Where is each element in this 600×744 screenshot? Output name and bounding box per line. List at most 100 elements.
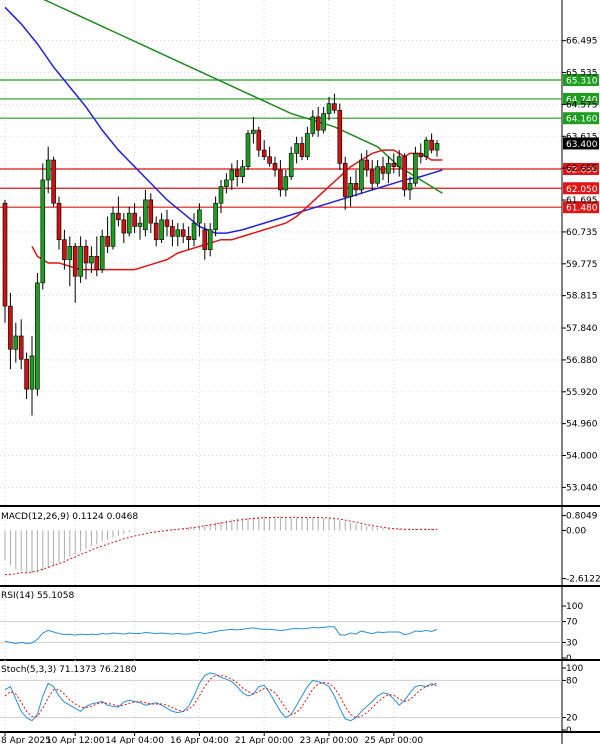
candle-body xyxy=(353,182,359,191)
candle xyxy=(207,223,213,257)
candle-body xyxy=(310,116,316,134)
candle-body xyxy=(191,222,197,241)
candle-body xyxy=(2,202,8,307)
candle xyxy=(67,236,73,287)
candle-body xyxy=(170,226,175,237)
candle-body xyxy=(326,103,332,114)
candle-body xyxy=(164,219,170,227)
candle-body xyxy=(261,149,267,158)
candle-body xyxy=(402,156,407,191)
candle xyxy=(191,213,197,247)
candle xyxy=(229,163,235,190)
level-label-2: 64.160 xyxy=(566,115,598,125)
candle xyxy=(137,216,143,240)
candle-body xyxy=(213,202,218,231)
candle xyxy=(267,146,272,167)
candle-body xyxy=(137,222,143,227)
candle-body xyxy=(159,219,164,241)
candle-body xyxy=(288,153,294,177)
candle-body xyxy=(83,246,89,264)
candle xyxy=(332,93,337,114)
candle-body xyxy=(186,236,191,241)
rsi-tick-label: 70 xyxy=(566,618,578,628)
candle-body xyxy=(207,229,213,250)
time-label: 8 Apr 2025 xyxy=(1,736,51,744)
candle-body xyxy=(175,229,181,237)
candle xyxy=(391,153,397,174)
candle-body xyxy=(78,246,83,277)
price-tick-label: 65.535 xyxy=(566,69,598,79)
candle-body xyxy=(51,159,56,204)
candle-body xyxy=(143,199,148,231)
price-tick-label: 58.815 xyxy=(566,292,598,302)
candle xyxy=(56,196,62,250)
candle-body xyxy=(62,239,67,260)
candle xyxy=(326,96,332,121)
candle xyxy=(153,216,159,247)
candle xyxy=(35,272,40,396)
candle xyxy=(321,106,326,134)
candle xyxy=(380,156,386,180)
candle-body xyxy=(386,163,391,174)
candle xyxy=(83,239,89,280)
candle-body xyxy=(256,129,262,151)
candle xyxy=(364,150,370,177)
candle-body xyxy=(278,169,283,191)
price-axis: 66.495 65.535 64.575 63.615 62.655 61.695 60.7… xyxy=(562,37,600,736)
price-tick-label: 63.615 xyxy=(566,132,598,142)
candle xyxy=(294,136,299,164)
candle xyxy=(251,116,256,144)
candle xyxy=(402,153,407,197)
candle xyxy=(29,336,35,416)
candle-body xyxy=(202,229,208,250)
candle-body xyxy=(40,179,46,284)
candle-body xyxy=(224,179,229,187)
candle xyxy=(261,140,267,161)
candle xyxy=(283,170,289,197)
candle-body xyxy=(180,229,186,237)
candle xyxy=(369,160,375,190)
candle xyxy=(305,126,310,161)
candle xyxy=(45,146,51,194)
candle-body xyxy=(272,163,278,171)
candle xyxy=(121,213,127,244)
price-tick-label: 57.840 xyxy=(566,324,598,334)
candle-body xyxy=(72,246,78,277)
candle xyxy=(105,216,110,253)
candle xyxy=(213,196,218,237)
candle xyxy=(418,143,424,164)
candle-body xyxy=(126,212,132,234)
price-tick-label: 59.775 xyxy=(566,260,598,270)
candle-body xyxy=(229,169,235,181)
candle xyxy=(342,156,348,210)
candle-body xyxy=(359,159,364,191)
candle xyxy=(386,156,391,184)
candle-body xyxy=(321,113,326,131)
candle-body xyxy=(348,182,353,197)
candle-body xyxy=(99,236,105,270)
candle xyxy=(278,160,283,197)
candle-body xyxy=(18,335,24,360)
candle-body xyxy=(418,153,424,158)
candle-body xyxy=(35,282,40,390)
candle xyxy=(288,146,294,180)
candle xyxy=(299,136,305,161)
candle xyxy=(337,103,343,170)
candle-body xyxy=(369,169,375,184)
candle-body xyxy=(299,143,305,158)
candle-body xyxy=(364,159,370,171)
candle-body xyxy=(429,139,434,151)
time-label: 10 Apr 12:00 xyxy=(46,736,105,744)
candle xyxy=(170,219,175,247)
candle-body xyxy=(197,209,202,224)
macd-tick-label: 0.8049 xyxy=(566,512,598,522)
candle xyxy=(245,130,251,170)
candle-body xyxy=(315,116,321,131)
rsi-title: RSI(14) 55.1058 xyxy=(1,591,74,601)
candle-body xyxy=(240,166,245,177)
candle xyxy=(2,199,8,323)
stoch-tick-label: 100 xyxy=(566,664,583,674)
price-tick-label: 66.495 xyxy=(566,37,598,47)
time-label: 16 Apr 04:00 xyxy=(170,736,229,744)
candle-body xyxy=(423,139,429,158)
